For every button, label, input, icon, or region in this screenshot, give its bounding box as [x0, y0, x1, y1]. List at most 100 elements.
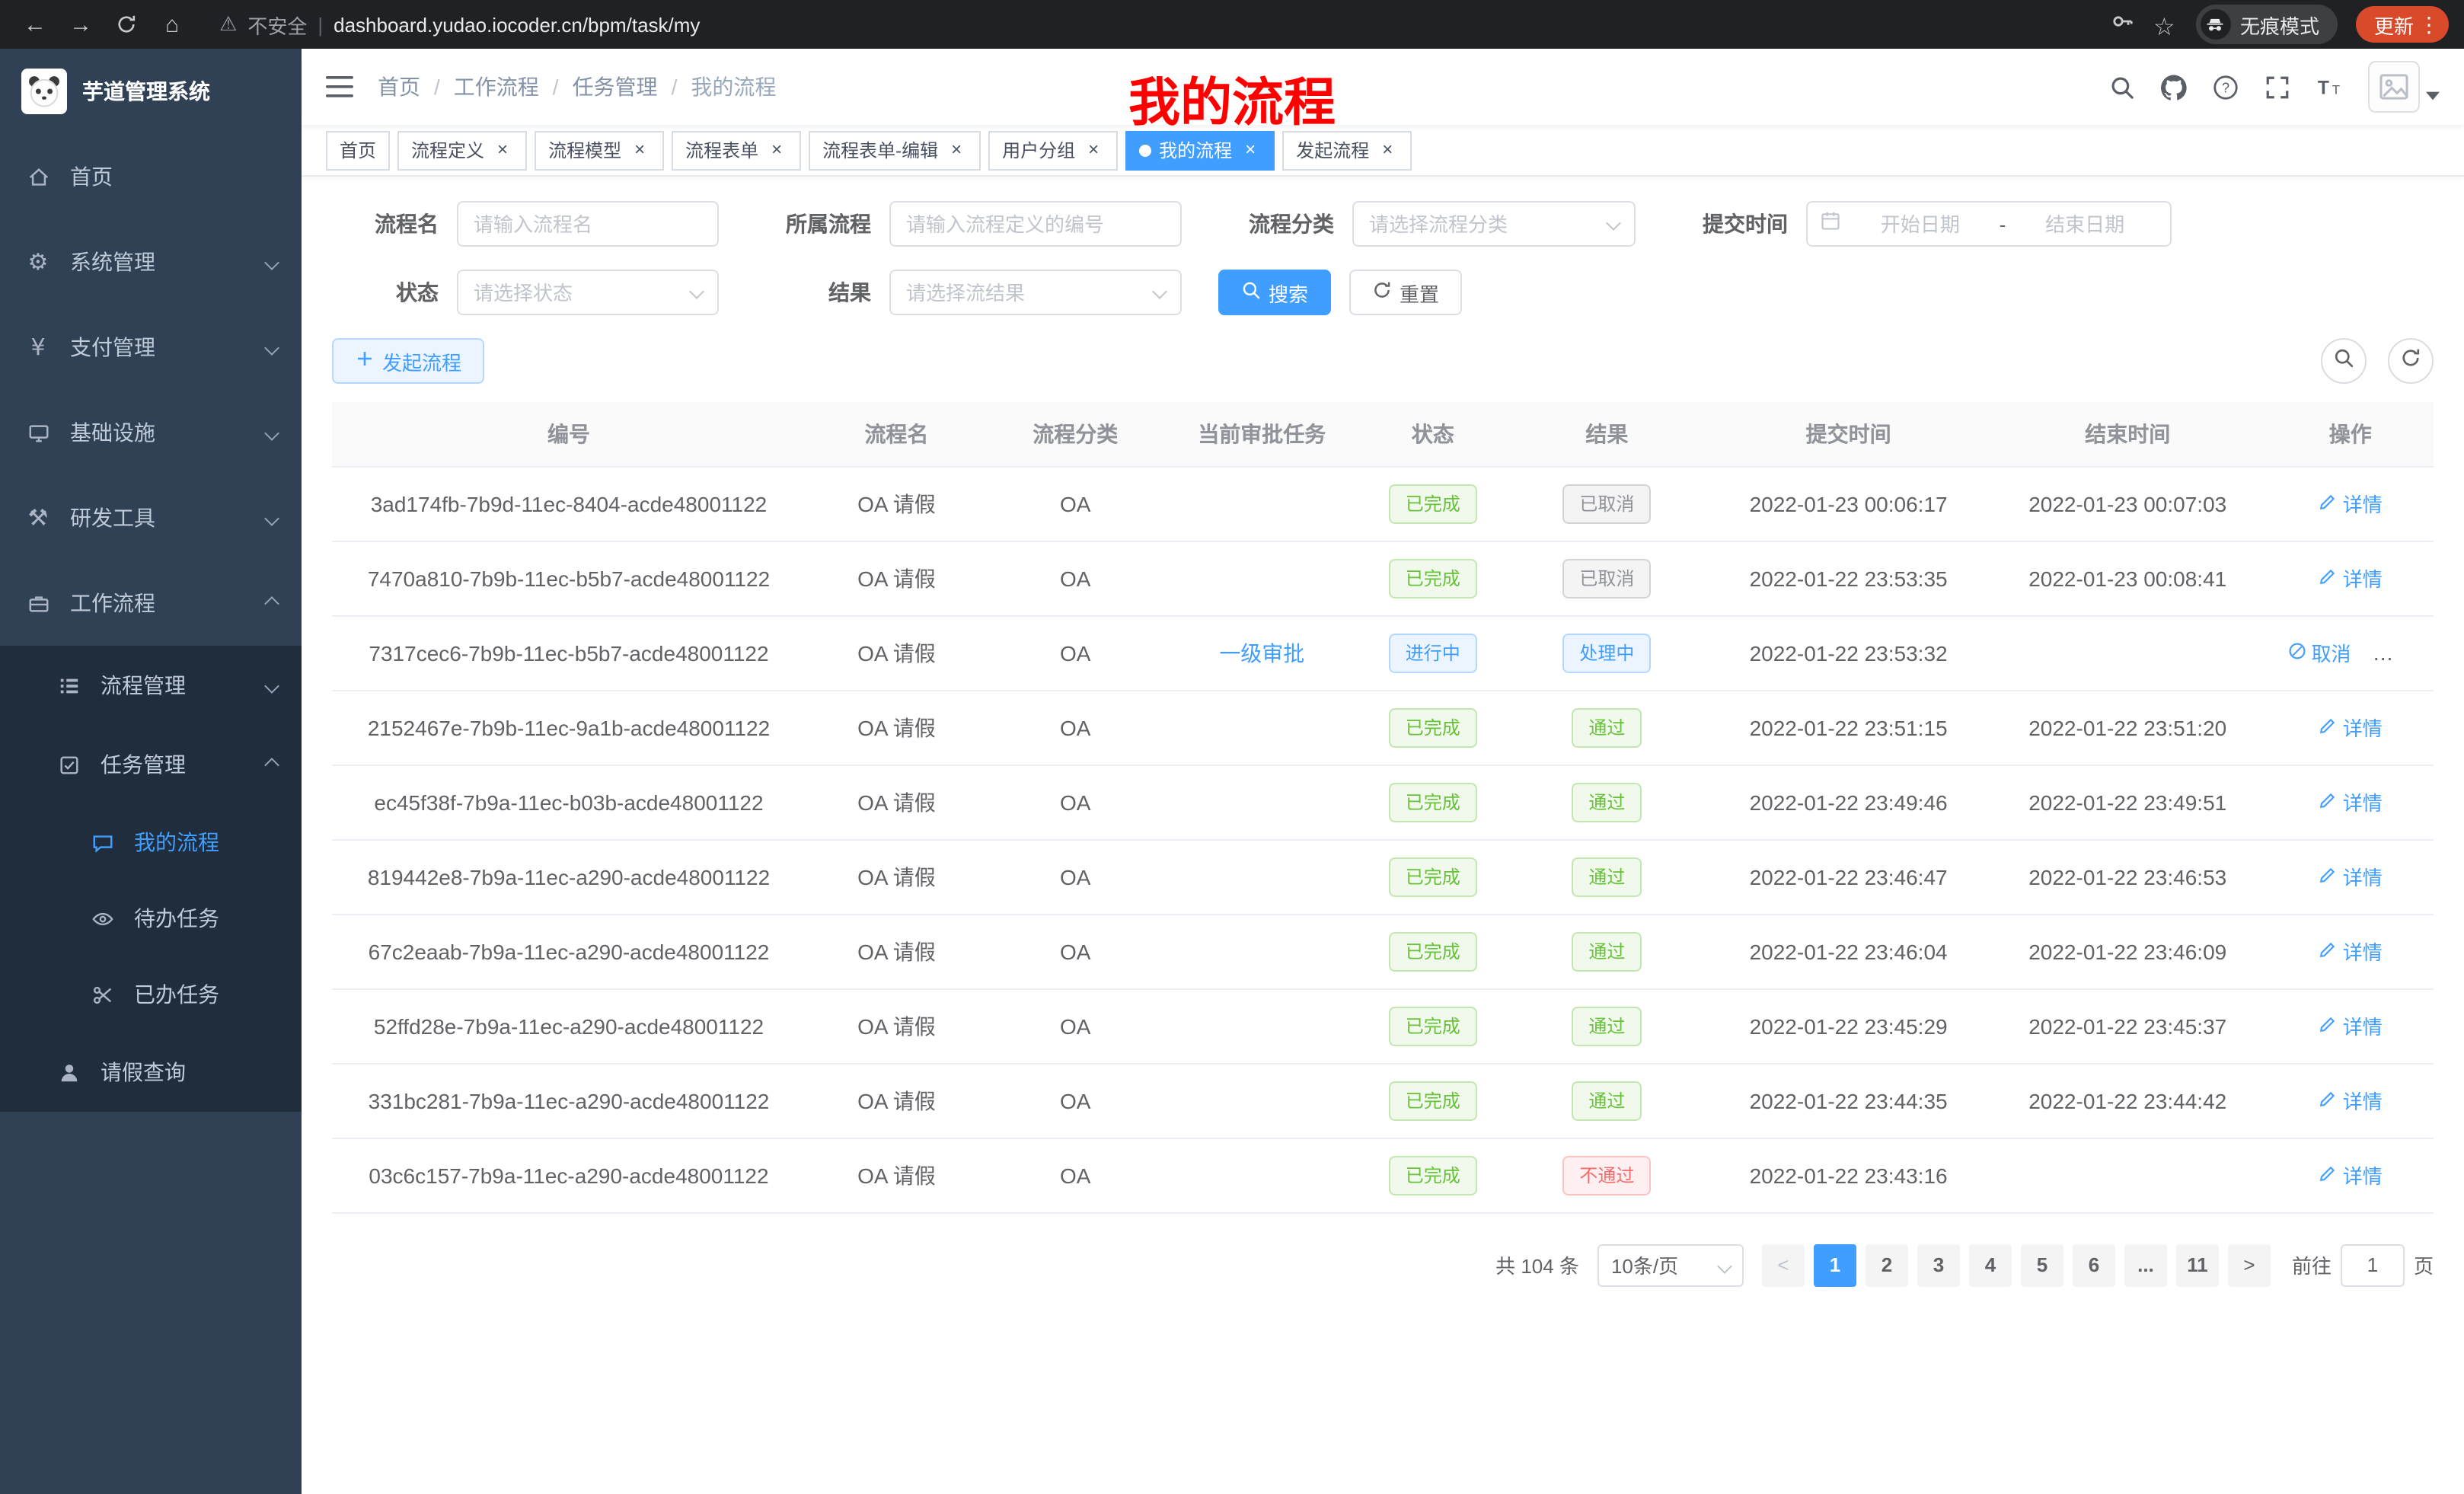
page-button-3[interactable]: 3: [1917, 1243, 1960, 1286]
close-icon[interactable]: ×: [946, 139, 967, 161]
process-name-input[interactable]: [457, 201, 719, 247]
refresh-table-button[interactable]: [2388, 338, 2434, 384]
page-ellipsis[interactable]: ...: [2124, 1243, 2167, 1286]
search-button[interactable]: 搜索: [1218, 270, 1331, 315]
cell-current-task: [1163, 765, 1361, 839]
show-search-button[interactable]: [2321, 338, 2367, 384]
cell-end-time: 2022-01-22 23:46:09: [1988, 914, 2268, 988]
page-button-4[interactable]: 4: [1969, 1243, 2012, 1286]
page-size-select[interactable]: 10条/页: [1597, 1243, 1744, 1286]
fullscreen-icon[interactable]: [2265, 74, 2290, 100]
close-icon[interactable]: ×: [629, 139, 650, 161]
tab-user-group[interactable]: 用户分组×: [988, 130, 1118, 170]
avatar[interactable]: [2368, 61, 2420, 113]
search-icon[interactable]: [2109, 74, 2135, 100]
prev-page-button[interactable]: <: [1762, 1243, 1805, 1286]
sidebar-item-task-mgmt[interactable]: 任务管理: [0, 725, 302, 804]
tab-home[interactable]: 首页: [326, 130, 390, 170]
app-logo[interactable]: 芋道管理系统: [0, 49, 302, 134]
sidebar-item-workflow[interactable]: 工作流程: [0, 560, 302, 646]
category-select-input[interactable]: [1352, 201, 1636, 247]
table-header-row: 编号流程名流程分类当前审批任务状态结果提交时间结束时间操作: [332, 402, 2434, 466]
cancel-button[interactable]: 取消: [2287, 638, 2351, 667]
breadcrumb-item[interactable]: 任务管理: [573, 72, 658, 102]
start-process-button[interactable]: 发起流程: [332, 338, 484, 384]
sidebar-item-system-mgmt[interactable]: ⚙系统管理: [0, 219, 302, 305]
detail-button[interactable]: 详情: [2319, 489, 2383, 518]
process-definition-input[interactable]: [889, 201, 1182, 247]
sidebar-item-done-tasks[interactable]: 已办任务: [0, 956, 302, 1033]
browser-home-icon[interactable]: ⌂: [152, 5, 192, 44]
close-icon[interactable]: ×: [766, 139, 787, 161]
edit-icon: [2319, 939, 2338, 963]
refresh-icon: [2400, 346, 2421, 375]
breadcrumb-item[interactable]: 首页: [378, 72, 420, 102]
page-button-6[interactable]: 6: [2073, 1243, 2115, 1286]
sidebar-item-todo-tasks[interactable]: 待办任务: [0, 880, 302, 956]
page-button-5[interactable]: 5: [2021, 1243, 2063, 1286]
result-select[interactable]: [889, 270, 1182, 315]
action-label: 详情: [2343, 937, 2383, 966]
tab-start-process[interactable]: 发起流程×: [1282, 130, 1412, 170]
filter-label-category: 流程分类: [1218, 209, 1334, 239]
result-select-input[interactable]: [889, 270, 1182, 315]
current-task-link[interactable]: 一级审批: [1219, 640, 1304, 665]
sidebar-item-payment-mgmt[interactable]: ¥支付管理: [0, 305, 302, 390]
page-button-2[interactable]: 2: [1866, 1243, 1908, 1286]
detail-button[interactable]: 详情: [2319, 563, 2383, 592]
bookmark-star-icon[interactable]: ☆: [2153, 12, 2178, 37]
sidebar-item-dev-tools[interactable]: ⚒研发工具: [0, 475, 302, 560]
start-date-input[interactable]: [1847, 212, 1993, 235]
update-button[interactable]: 更新 ⋮: [2356, 6, 2449, 43]
detail-button[interactable]: 详情: [2319, 1160, 2383, 1189]
sidebar-item-process-mgmt[interactable]: 流程管理: [0, 646, 302, 725]
logo-image: [21, 69, 67, 114]
status-select-input[interactable]: [457, 270, 719, 315]
hamburger-icon[interactable]: [326, 76, 353, 97]
page-button-1[interactable]: 1: [1814, 1243, 1856, 1286]
detail-button[interactable]: 详情: [2319, 1011, 2383, 1040]
close-icon[interactable]: ×: [1083, 139, 1104, 161]
close-icon[interactable]: ×: [492, 139, 513, 161]
address-bar[interactable]: ⚠ 不安全 | dashboard.yudao.iocoder.cn/bpm/t…: [219, 10, 2105, 39]
font-size-icon[interactable]: TT: [2316, 74, 2342, 100]
detail-button[interactable]: 详情: [2319, 862, 2383, 891]
cell-id: 2152467e-7b9b-11ec-9a1b-acde48001122: [332, 690, 806, 765]
category-select[interactable]: [1352, 201, 1636, 247]
end-date-input[interactable]: [2012, 212, 2158, 235]
submit-time-range[interactable]: -: [1806, 201, 2172, 247]
tab-process-model[interactable]: 流程模型×: [535, 130, 664, 170]
goto-page-input[interactable]: [2341, 1243, 2405, 1286]
next-page-button[interactable]: >: [2228, 1243, 2271, 1286]
detail-button[interactable]: 详情: [2319, 787, 2383, 816]
detail-button[interactable]: 详情: [2319, 713, 2383, 742]
status-select[interactable]: [457, 270, 719, 315]
page-button-11[interactable]: 11: [2176, 1243, 2219, 1286]
sidebar-item-my-process[interactable]: 我的流程: [0, 804, 302, 880]
column-header: 流程分类: [988, 402, 1163, 466]
refresh-icon[interactable]: [107, 5, 146, 44]
close-icon[interactable]: ×: [1377, 139, 1398, 161]
forward-icon[interactable]: →: [61, 5, 101, 44]
tab-process-form[interactable]: 流程表单×: [672, 130, 801, 170]
filter-label-status: 状态: [332, 277, 439, 308]
user-menu[interactable]: [2368, 61, 2440, 113]
sidebar-item-infrastructure[interactable]: 基础设施: [0, 390, 302, 475]
sidebar-item-leave-query[interactable]: 请假查询: [0, 1033, 302, 1112]
close-icon[interactable]: ×: [1240, 139, 1261, 161]
result-badge: 通过: [1572, 1006, 1642, 1045]
tab-my-process[interactable]: 我的流程×: [1125, 130, 1275, 170]
tab-process-form-edit[interactable]: 流程表单-编辑×: [809, 130, 981, 170]
password-key-icon[interactable]: [2111, 8, 2135, 40]
tab-process-definition[interactable]: 流程定义×: [397, 130, 527, 170]
github-icon[interactable]: [2161, 74, 2187, 100]
detail-button[interactable]: 详情: [2319, 937, 2383, 966]
reset-button[interactable]: 重置: [1349, 270, 1462, 315]
sidebar-item-home[interactable]: 首页: [0, 134, 302, 219]
svg-text:T: T: [2332, 82, 2340, 97]
question-icon[interactable]: ?: [2213, 74, 2239, 100]
back-icon[interactable]: ←: [15, 5, 55, 44]
kebab-menu-icon[interactable]: ⋮: [2418, 11, 2440, 37]
breadcrumb-item[interactable]: 工作流程: [454, 72, 539, 102]
detail-button[interactable]: 详情: [2319, 1086, 2383, 1115]
